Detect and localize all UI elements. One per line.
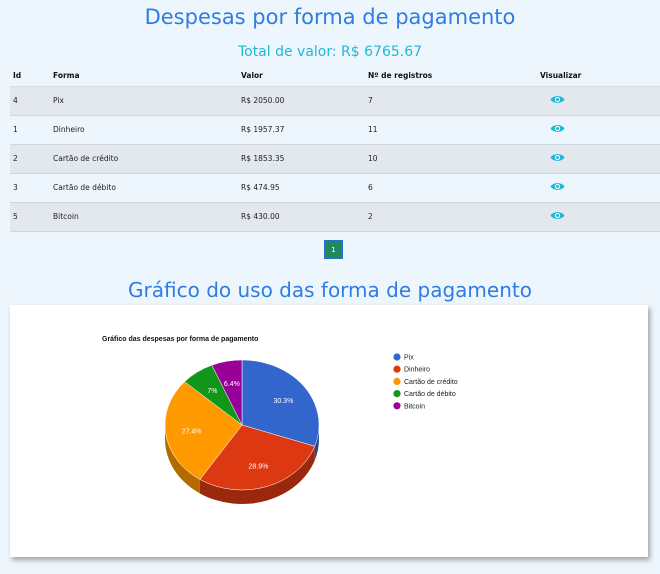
cell-registros: 7 xyxy=(365,86,537,116)
cell-valor: R$ 1957.37 xyxy=(238,115,365,145)
cell-id: 5 xyxy=(10,202,50,232)
legend-item[interactable]: Cartão de débito xyxy=(404,391,456,398)
legend-item[interactable]: Dinheiro xyxy=(404,367,430,374)
pie-slice-label: 28.9% xyxy=(249,464,269,471)
cell-forma: Cartão de crédito xyxy=(50,144,238,174)
legend-item[interactable]: Pix xyxy=(404,355,414,362)
total-value: Total de valor: R$ 6765.67 xyxy=(237,44,423,60)
cell-forma: Cartão de débito xyxy=(50,173,238,203)
chart-card: Gráfico das despesas por forma de pagame… xyxy=(10,305,648,557)
cell-visualizar xyxy=(537,86,660,116)
pie-chart: Gráfico das despesas por forma de pagame… xyxy=(102,336,458,504)
eye-icon[interactable] xyxy=(550,123,565,134)
table-row: 5 Bitcoin R$ 430.00 2 xyxy=(10,202,660,232)
legend-marker xyxy=(393,353,401,361)
cell-registros: 10 xyxy=(365,144,537,174)
cell-visualizar xyxy=(537,173,660,203)
cell-registros: 11 xyxy=(365,115,537,145)
cell-registros: 2 xyxy=(365,202,537,232)
cell-valor: R$ 474.95 xyxy=(238,173,365,203)
legend-marker xyxy=(393,390,401,398)
table-row: 3 Cartão de débito R$ 474.95 6 xyxy=(10,173,660,203)
chart-section-heading: Gráfico do uso das forma de pagamento xyxy=(128,278,532,302)
legend-marker xyxy=(393,365,401,373)
cell-visualizar xyxy=(537,144,660,174)
column-header-valor: Valor xyxy=(238,66,365,87)
pie-slice-label: 27.4% xyxy=(182,429,202,436)
pie-slice-label: 6.4% xyxy=(224,381,240,388)
eye-icon[interactable] xyxy=(550,181,565,192)
legend-item[interactable]: Bitcoin xyxy=(404,403,425,410)
table-header-row: Id Forma Valor Nº de registros Visualiza… xyxy=(10,66,660,87)
cell-visualizar xyxy=(537,115,660,145)
pie-slice-label: 30.3% xyxy=(273,398,293,405)
legend-item[interactable]: Cartão de crédito xyxy=(404,379,458,386)
cell-forma: Pix xyxy=(50,86,238,116)
expenses-table: Id Forma Valor Nº de registros Visualiza… xyxy=(10,66,660,232)
cell-valor: R$ 2050.00 xyxy=(238,86,365,116)
cell-id: 4 xyxy=(10,86,50,116)
pagination-page-button[interactable]: 1 xyxy=(324,240,343,259)
cell-valor: R$ 430.00 xyxy=(238,202,365,232)
table-row: 2 Cartão de crédito R$ 1853.35 10 xyxy=(10,144,660,174)
cell-forma: Bitcoin xyxy=(50,202,238,232)
column-header-forma: Forma xyxy=(50,66,238,87)
cell-forma: Dinheiro xyxy=(50,115,238,145)
cell-id: 1 xyxy=(10,115,50,145)
legend-marker xyxy=(393,402,401,410)
eye-icon[interactable] xyxy=(550,94,565,105)
column-header-visualizar: Visualizar xyxy=(537,66,660,87)
eye-icon[interactable] xyxy=(550,152,565,163)
pie-slice-label: 7% xyxy=(207,388,217,395)
cell-id: 3 xyxy=(10,173,50,203)
cell-visualizar xyxy=(537,202,660,232)
column-header-registros: Nº de registros xyxy=(365,66,537,87)
table-row: 4 Pix R$ 2050.00 7 xyxy=(10,86,660,116)
cell-registros: 6 xyxy=(365,173,537,203)
cell-valor: R$ 1853.35 xyxy=(238,144,365,174)
table-row: 1 Dinheiro R$ 1957.37 11 xyxy=(10,115,660,145)
legend-marker xyxy=(393,377,401,385)
page-title: Despesas por forma de pagamento xyxy=(144,5,516,29)
chart-title: Gráfico das despesas por forma de pagame… xyxy=(102,336,258,343)
eye-icon[interactable] xyxy=(550,210,565,221)
column-header-id: Id xyxy=(10,66,50,87)
cell-id: 2 xyxy=(10,144,50,174)
